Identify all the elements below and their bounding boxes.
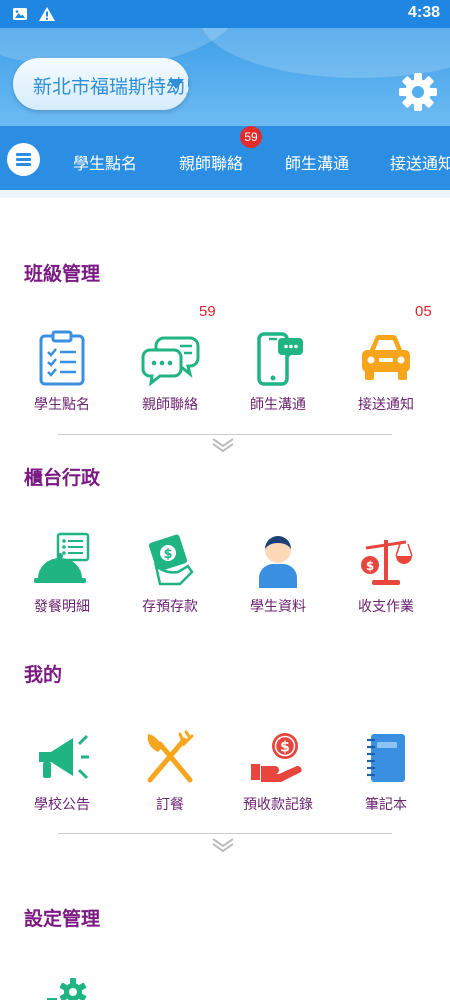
menu-item-label: 學校公告 xyxy=(34,797,90,813)
school-name: 新北市福瑞斯特幼兒園 xyxy=(33,76,189,98)
settings-gear-icon[interactable] xyxy=(396,70,440,114)
coin-hand-icon: $ xyxy=(251,733,302,782)
svg-text:$: $ xyxy=(366,559,374,573)
megaphone-icon xyxy=(39,734,89,780)
quick-tab-bar: 學生點名 親師聯絡 59 師生溝通 接送通知 xyxy=(0,126,450,190)
menu-item-order-meal[interactable]: 訂餐 xyxy=(114,730,226,814)
settings-gear-green-icon xyxy=(47,978,87,1000)
clipboard-check-icon xyxy=(39,330,85,386)
section-divider xyxy=(58,833,392,834)
menu-item-label: 發餐明細 xyxy=(34,599,90,615)
menu-item-label: 師生溝通 xyxy=(250,397,306,413)
tab-parent-contact[interactable]: 親師聯絡 xyxy=(179,150,243,174)
menu-item-student-data[interactable]: 學生資料 xyxy=(222,532,334,616)
notebook-icon xyxy=(367,734,405,782)
app-header: 新北市福瑞斯特幼兒園 xyxy=(0,28,450,126)
menu-item-pickup-notice[interactable]: 接送通知 xyxy=(330,330,442,414)
menu-item-meal-details[interactable]: 發餐明細 xyxy=(6,532,118,616)
chat-bubbles-icon xyxy=(141,336,200,386)
menu-item-teacher-student[interactable]: 師生溝通 xyxy=(222,330,334,414)
svg-text:$: $ xyxy=(163,547,172,562)
menu-item-label: 學生點名 xyxy=(34,397,90,413)
section-title-counter-admin: 櫃台行政 xyxy=(24,467,101,489)
section-divider xyxy=(58,434,392,435)
status-time: 4:38 xyxy=(407,4,440,21)
menu-button[interactable] xyxy=(7,143,40,176)
menu-item-label: 學生資料 xyxy=(250,599,306,615)
tab-teacher-student[interactable]: 師生溝通 xyxy=(285,150,349,174)
student-person-icon xyxy=(259,536,297,588)
tab-pickup-notice[interactable]: 接送通知 xyxy=(390,150,450,174)
menu-item-notebook[interactable]: 筆記本 xyxy=(330,730,442,814)
menu-item-settings[interactable] xyxy=(6,976,118,1000)
tab-badge-count: 59 xyxy=(240,126,262,148)
menu-item-income-expense[interactable]: $ 收支作業 xyxy=(330,532,442,616)
menu-item-school-announcement[interactable]: 學校公告 xyxy=(6,730,118,814)
app-screen: 4:38 新北市福瑞斯特幼兒園 xyxy=(0,0,450,1000)
dropdown-triangle-icon[interactable] xyxy=(168,79,184,89)
menu-item-attendance[interactable]: 學生點名 xyxy=(6,330,118,414)
gallery-notification-icon xyxy=(13,8,27,20)
school-selector[interactable]: 新北市福瑞斯特幼兒園 xyxy=(13,58,189,110)
menu-item-label: 親師聯絡 xyxy=(142,397,198,413)
section-title-mine: 我的 xyxy=(24,664,63,686)
menu-item-prepayment-record[interactable]: $ 預收款記錄 xyxy=(222,730,334,814)
menu-item-label: 收支作業 xyxy=(358,599,414,615)
menu-item-label: 存預存款 xyxy=(142,599,198,615)
parent-contact-count-badge: 59 xyxy=(199,303,216,320)
svg-text:$: $ xyxy=(280,740,290,756)
hamburger-icon xyxy=(16,153,31,156)
menu-item-label: 訂餐 xyxy=(156,797,184,813)
menu-item-label: 預收款記錄 xyxy=(243,797,313,813)
tab-bar-shadow xyxy=(0,190,450,198)
menu-item-label: 接送通知 xyxy=(358,397,414,413)
fork-knife-icon xyxy=(147,730,194,783)
tab-attendance[interactable]: 學生點名 xyxy=(73,150,137,174)
balance-scale-icon: $ xyxy=(361,540,413,585)
pickup-count-badge: 05 xyxy=(415,303,432,320)
warning-notification-icon xyxy=(39,7,55,21)
expand-chevron-icon[interactable] xyxy=(211,437,235,453)
meal-cloche-icon xyxy=(34,532,90,583)
menu-item-label: 筆記本 xyxy=(365,797,407,813)
menu-item-deposit[interactable]: $ 存預存款 xyxy=(114,532,226,616)
menu-item-parent-contact[interactable]: 親師聯絡 xyxy=(114,330,226,414)
section-title-settings-management: 設定管理 xyxy=(24,908,101,930)
money-hand-icon: $ xyxy=(148,534,194,586)
status-bar: 4:38 xyxy=(0,0,450,28)
phone-message-icon xyxy=(257,332,303,386)
section-title-class-management: 班級管理 xyxy=(24,263,101,285)
expand-chevron-icon[interactable] xyxy=(211,837,235,853)
car-icon xyxy=(362,334,410,380)
